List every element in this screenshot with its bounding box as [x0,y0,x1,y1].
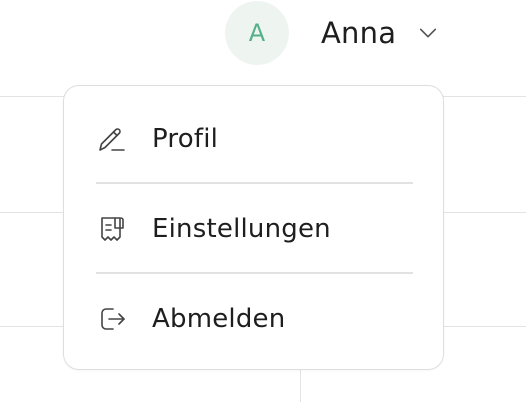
chevron-down-icon[interactable] [416,21,440,45]
settings-receipt-icon [96,213,128,245]
background-divider [300,370,301,402]
pencil-edit-icon [96,123,128,155]
menu-item-settings[interactable]: Einstellungen [64,184,443,274]
menu-item-label: Einstellungen [152,214,331,244]
menu-item-logout[interactable]: Abmelden [64,274,443,364]
menu-item-profile[interactable]: Profil [64,94,443,184]
user-menu-trigger[interactable]: A Anna [225,1,440,65]
avatar[interactable]: A [225,1,289,65]
avatar-initial: A [248,19,266,47]
user-dropdown-menu: Profil Einstellungen Abmelden [63,85,444,370]
menu-item-label: Profil [152,124,219,154]
user-name[interactable]: Anna [321,16,396,50]
menu-item-label: Abmelden [152,304,286,334]
logout-icon [96,303,128,335]
